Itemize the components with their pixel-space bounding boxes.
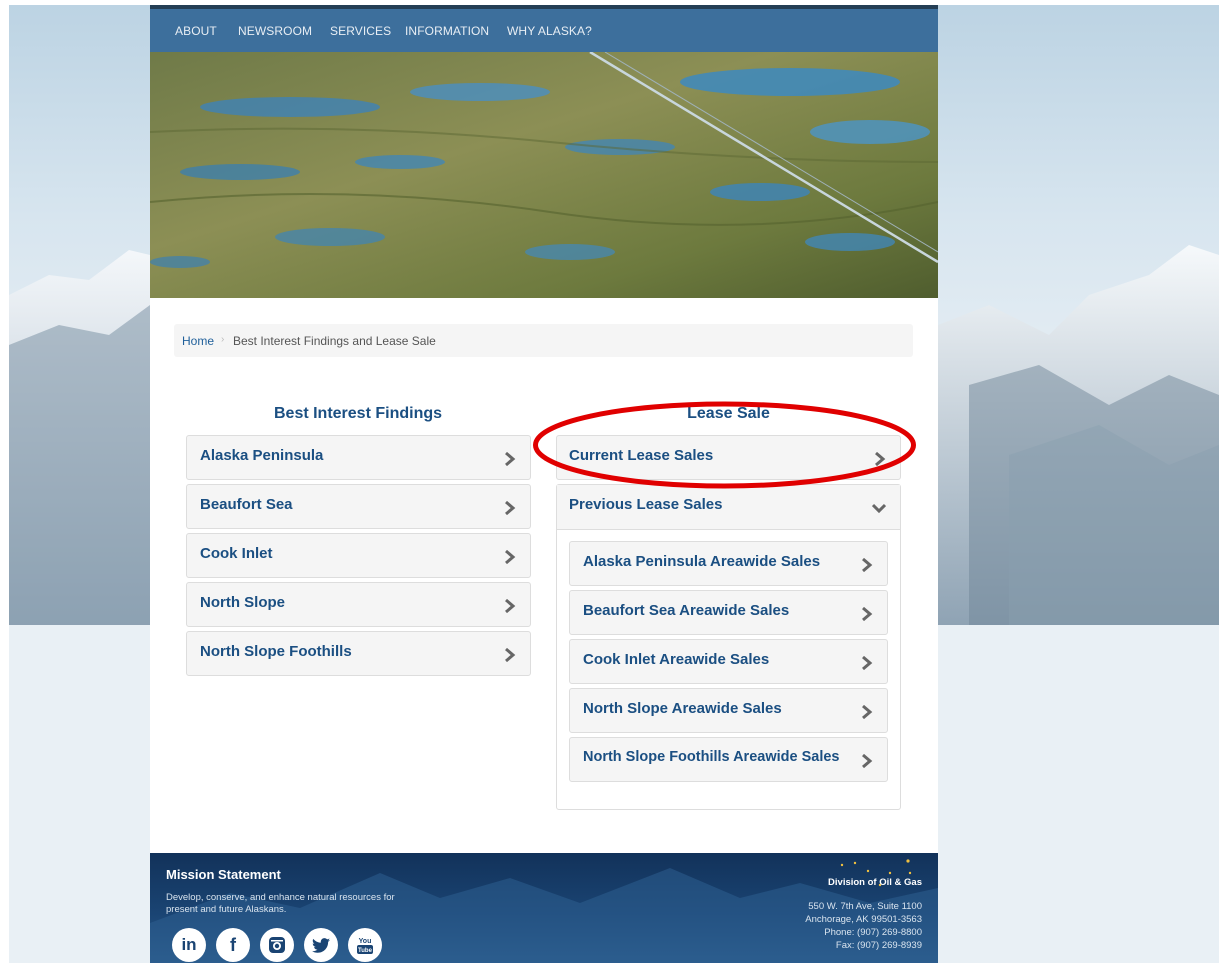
best-interest-item-label: Beaufort Sea	[200, 496, 293, 513]
previous-sale-item-label: Alaska Peninsula Areawide Sales	[583, 553, 821, 570]
linkedin-icon[interactable]: in	[172, 928, 206, 962]
svg-text:Tube: Tube	[358, 948, 373, 954]
chevron-right-icon	[862, 607, 873, 621]
mission-statement-title: Mission Statement	[166, 867, 281, 882]
chevron-right-icon	[505, 501, 516, 515]
svg-text:You: You	[359, 938, 372, 945]
breadcrumb-separator: ›	[221, 334, 225, 345]
previous-lease-sales-panel: Previous Lease Sales Alaska Peninsula Ar…	[556, 484, 901, 810]
previous-sale-item[interactable]: North Slope Areawide Sales	[569, 688, 888, 733]
nav-information[interactable]: INFORMATION	[405, 24, 489, 38]
best-interest-item-label: North Slope Foothills	[200, 643, 352, 660]
hero-image	[150, 52, 938, 298]
current-lease-sales-label: Current Lease Sales	[569, 447, 714, 464]
previous-sale-item-label: Beaufort Sea Areawide Sales	[583, 602, 790, 619]
best-interest-item[interactable]: Cook Inlet	[186, 533, 531, 578]
breadcrumb-home-link[interactable]: Home	[182, 334, 214, 348]
previous-lease-sales-header[interactable]: Previous Lease Sales	[557, 485, 900, 530]
chevron-right-icon	[505, 452, 516, 466]
youtube-icon[interactable]: You Tube	[348, 928, 382, 962]
chevron-right-icon	[875, 452, 886, 466]
breadcrumb: Home › Best Interest Findings and Lease …	[174, 324, 913, 357]
previous-sale-item-label: Cook Inlet Areawide Sales	[583, 651, 770, 668]
phone-number: Phone: (907) 269-8800	[824, 927, 922, 938]
top-navigation: ABOUT NEWSROOM SERVICES INFORMATION WHY …	[150, 5, 938, 52]
previous-sale-item-label: North Slope Foothills Areawide Sales	[583, 749, 840, 765]
chevron-right-icon	[862, 705, 873, 719]
twitter-icon[interactable]	[304, 928, 338, 962]
chevron-right-icon	[505, 550, 516, 564]
previous-sale-item-label: North Slope Areawide Sales	[583, 700, 782, 717]
division-name: Division of Oil & Gas	[828, 877, 922, 888]
address-line-2: Anchorage, AK 99501-3563	[805, 914, 922, 925]
best-interest-item-label: Cook Inlet	[200, 545, 273, 562]
chevron-right-icon	[505, 599, 516, 613]
previous-sale-item[interactable]: North Slope Foothills Areawide Sales	[569, 737, 888, 782]
best-interest-item[interactable]: Alaska Peninsula	[186, 435, 531, 480]
nav-why-alaska[interactable]: WHY ALASKA?	[507, 24, 592, 38]
previous-sale-item[interactable]: Cook Inlet Areawide Sales	[569, 639, 888, 684]
chevron-right-icon	[862, 656, 873, 670]
mission-statement-text: Develop, conserve, and enhance natural r…	[166, 892, 395, 915]
lease-sale-title: Lease Sale	[687, 405, 770, 422]
best-interest-title: Best Interest Findings	[273, 405, 443, 422]
best-interest-item-label: Alaska Peninsula	[200, 447, 324, 464]
main-content: ABOUT NEWSROOM SERVICES INFORMATION WHY …	[150, 5, 938, 963]
fax-number: Fax: (907) 269-8939	[835, 940, 922, 951]
best-interest-item[interactable]: North Slope	[186, 582, 531, 627]
instagram-icon[interactable]	[260, 928, 294, 962]
facebook-icon[interactable]: f	[216, 928, 250, 962]
previous-sale-item[interactable]: Beaufort Sea Areawide Sales	[569, 590, 888, 635]
chevron-right-icon	[505, 648, 516, 662]
footer: Mission Statement Develop, conserve, and…	[150, 853, 938, 963]
chevron-right-icon	[862, 558, 873, 572]
chevron-right-icon	[862, 754, 873, 768]
nav-about[interactable]: ABOUT	[175, 24, 217, 38]
current-lease-sales-item[interactable]: Current Lease Sales	[556, 435, 901, 480]
best-interest-item-label: North Slope	[200, 594, 285, 611]
nav-newsroom[interactable]: NEWSROOM	[238, 24, 312, 38]
address-line-1: 550 W. 7th Ave, Suite 1100	[808, 901, 922, 912]
previous-sale-item[interactable]: Alaska Peninsula Areawide Sales	[569, 541, 888, 586]
previous-lease-sales-label: Previous Lease Sales	[569, 496, 723, 513]
chevron-down-icon	[872, 503, 886, 514]
breadcrumb-current: Best Interest Findings and Lease Sale	[233, 334, 436, 348]
nav-services[interactable]: SERVICES	[330, 24, 391, 38]
best-interest-item[interactable]: Beaufort Sea	[186, 484, 531, 529]
best-interest-item[interactable]: North Slope Foothills	[186, 631, 531, 676]
